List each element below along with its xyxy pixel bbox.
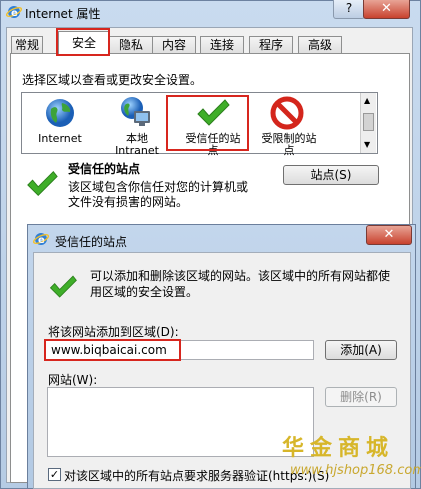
scroll-thumb[interactable] [363,113,374,131]
zone-desc-line2: 文件没有损害的网站。 [68,195,189,209]
tab-security[interactable]: 安全 [58,31,110,55]
tab-content[interactable]: 内容 [152,36,196,54]
tab-programs[interactable]: 程序 [249,36,293,54]
close-button[interactable]: ✕ [363,0,410,19]
zone-intranet-label-line2[interactable]: Intranet [104,144,170,157]
ie-icon: e [32,231,50,247]
tab-advanced[interactable]: 高级 [298,36,342,54]
selected-zone-description: 该区域包含你信任对您的计算机或 文件没有损害的网站。 [68,180,278,210]
zone-restricted-label-line2[interactable]: 点 [251,144,327,157]
zone-list-scrollbar[interactable]: ▲ ▼ [360,93,376,153]
add-button[interactable]: 添加(A) [325,340,397,360]
tab-privacy[interactable]: 隐私 [109,36,153,54]
remove-button[interactable]: 删除(R) [325,387,397,407]
dialog-checkmark-icon [48,272,82,304]
selected-zone-checkmark-icon [25,168,59,200]
site-url-input[interactable]: www.biqbaicai.com [45,340,314,360]
dialog-description: 可以添加和删除该区域的网站。该区域中的所有网站都使 用区域的安全设置。 [90,268,402,300]
require-https-checkbox[interactable]: ✓ [48,468,61,481]
add-site-label: 将该网站添加到区域(D): [48,325,179,339]
dialog-title: 受信任的站点 [55,235,128,249]
intranet-icon[interactable] [118,94,154,130]
dialog-desc-line1: 可以添加和删除该区域的网站。该区域中的所有网站都使 [90,269,391,283]
dialog-close-button[interactable]: ✕ [366,225,412,245]
svg-text:e: e [11,8,18,19]
tab-connections[interactable]: 连接 [200,36,244,54]
checkmark-icon[interactable] [195,97,231,129]
watermark-url: www.hjshop168.com [290,463,421,478]
zone-internet-label[interactable]: Internet [25,132,95,145]
svg-text:e: e [38,235,45,246]
dialog-desc-line2: 用区域的安全设置。 [90,285,199,299]
window-title: Internet 属性 [25,7,101,21]
watermark-brand: 华金商城 [282,435,395,461]
selected-zone-title: 受信任的站点 [68,162,141,176]
scroll-down-icon[interactable]: ▼ [364,140,370,149]
zone-prompt: 选择区域以查看或更改安全设置。 [22,73,203,87]
tab-general[interactable]: 常规 [11,36,43,54]
zone-desc-line1: 该区域包含你信任对您的计算机或 [68,180,249,194]
help-button[interactable]: ? [333,0,365,19]
globe-icon[interactable] [43,96,79,130]
sites-button[interactable]: 站点(S) [283,165,379,185]
restricted-icon[interactable] [270,96,304,130]
websites-list[interactable] [47,387,314,457]
ie-icon: e [5,4,23,20]
scroll-up-icon[interactable]: ▲ [364,96,370,105]
zone-trusted-label-line2[interactable]: 点 [175,144,251,157]
websites-label: 网站(W): [48,373,98,387]
